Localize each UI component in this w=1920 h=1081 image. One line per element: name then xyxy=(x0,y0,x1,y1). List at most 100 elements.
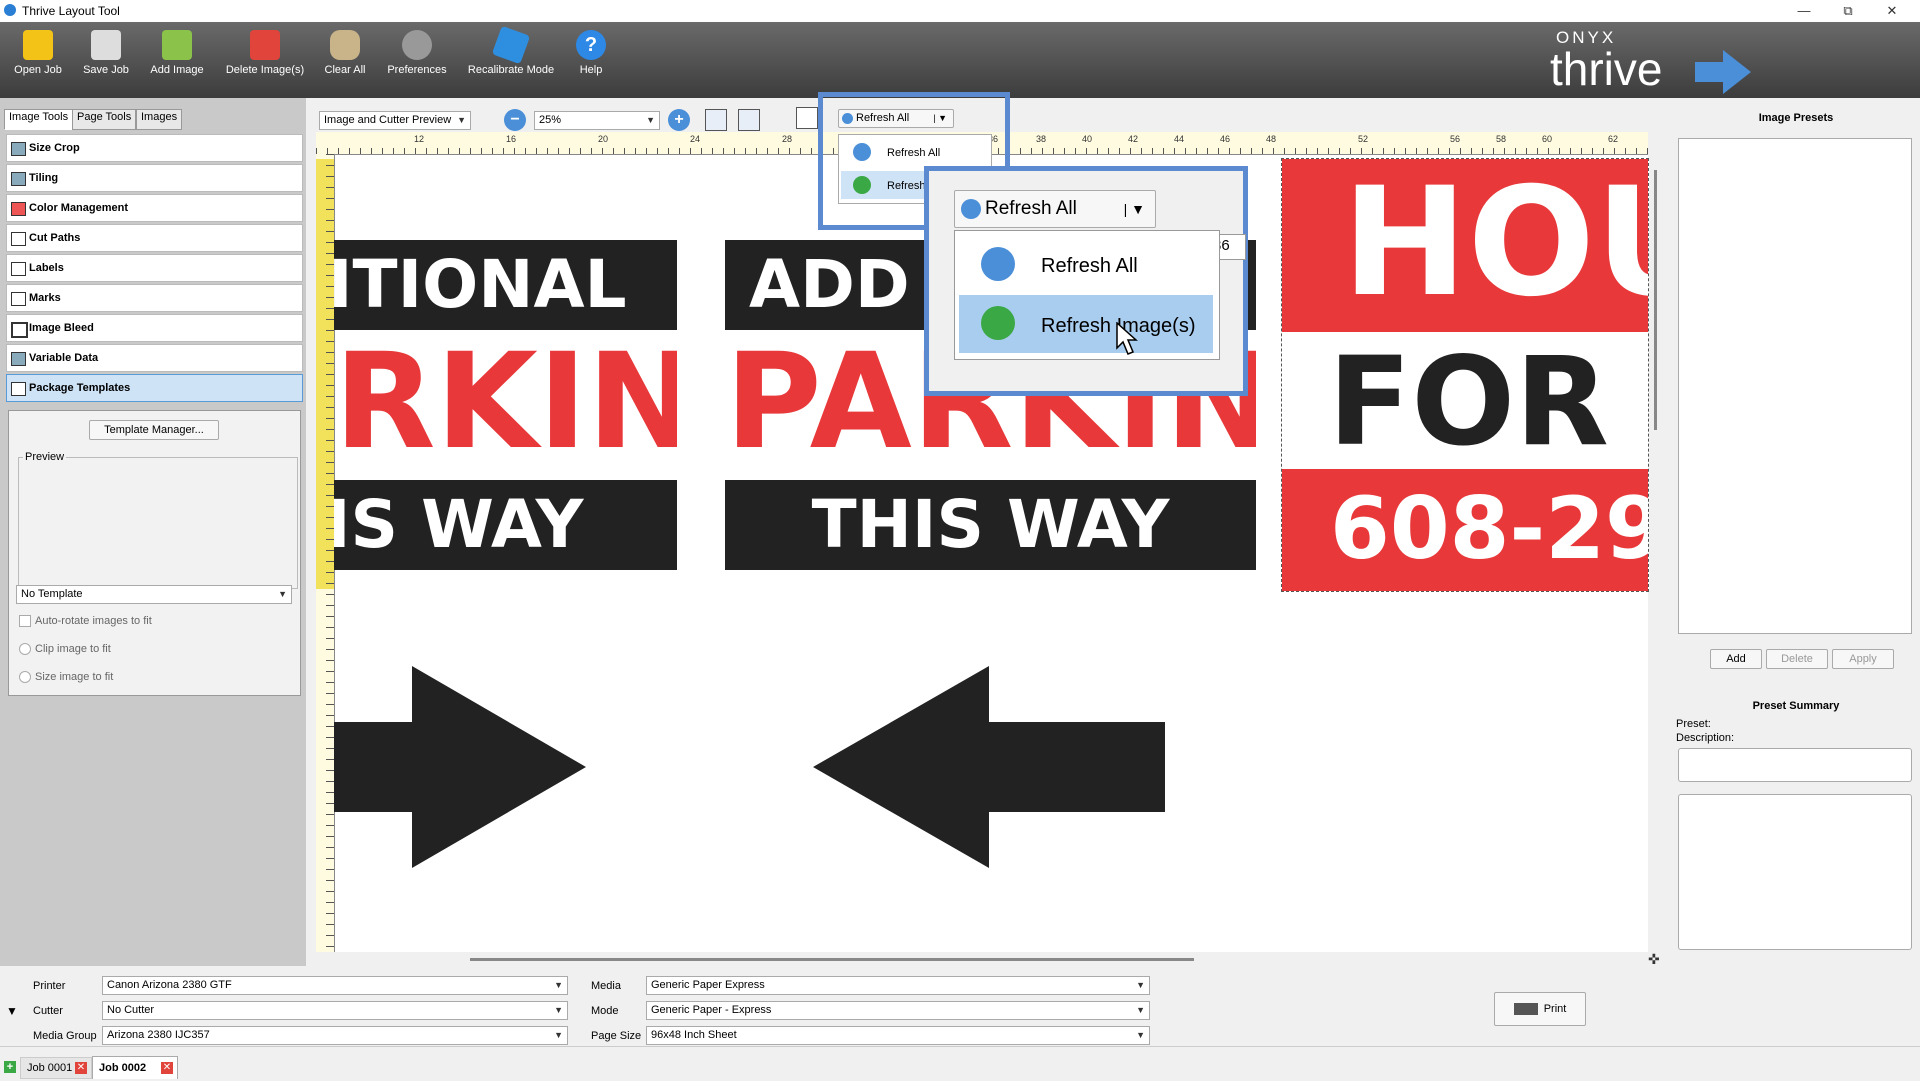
tab-images[interactable]: Images xyxy=(136,109,183,130)
sign2-bottom-band[interactable]: THIS WAY xyxy=(725,480,1256,570)
preview-mode-select[interactable]: Image and Cutter Preview ▼ xyxy=(319,111,471,130)
menu-item-refresh-image-large[interactable]: Refresh Image(s) xyxy=(959,295,1213,353)
menu-item-refresh-all-large[interactable]: Refresh All xyxy=(959,237,1213,289)
horizontal-scrollbar[interactable] xyxy=(470,958,1194,961)
ruler-tick: 58 xyxy=(1496,134,1507,144)
zoom-select[interactable]: 25% ▼ xyxy=(534,111,660,130)
media-group-label: Media Group xyxy=(33,1030,97,1042)
trash-icon xyxy=(330,30,360,60)
tab-job-0001[interactable]: Job 0001 ✕ xyxy=(20,1057,92,1079)
tool-label: Marks xyxy=(29,292,61,304)
auto-rotate-checkbox[interactable]: Auto-rotate images to fit xyxy=(19,615,152,628)
restore-button[interactable]: ⧉ xyxy=(1828,2,1868,20)
sign3-top-text: HOUS xyxy=(1342,158,1648,330)
image-presets-title: Image Presets xyxy=(1758,112,1834,124)
vertical-scrollbar[interactable] xyxy=(1654,170,1657,430)
refresh-all-split-button[interactable]: Refresh All | ▼ xyxy=(838,109,954,128)
tool-size-crop[interactable]: Size Crop xyxy=(6,134,303,162)
refresh-icon xyxy=(842,112,853,124)
tool-labels[interactable]: Labels xyxy=(6,254,303,282)
delete-preset-button[interactable]: Delete xyxy=(1766,649,1828,669)
help-button[interactable]: ? Help xyxy=(570,30,612,76)
app-icon xyxy=(4,4,16,16)
printer-select[interactable]: Canon Arizona 2380 GTF ▼ xyxy=(102,976,568,995)
menu-item-label: Refresh xyxy=(887,180,926,192)
menu-item-label: Refresh All xyxy=(1041,255,1138,277)
refresh-all-split-button-large[interactable]: Refresh All | ▼ xyxy=(954,190,1156,228)
tool-marks[interactable]: Marks xyxy=(6,284,303,312)
delete-image-icon xyxy=(250,30,280,60)
close-tab-icon[interactable]: ✕ xyxy=(161,1062,173,1074)
sign1-top-band[interactable]: ITIONAL xyxy=(334,240,677,330)
logo-thrive-text: thrive xyxy=(1550,43,1663,95)
resize-grip-icon[interactable]: ✜ xyxy=(1648,952,1662,966)
template-select[interactable]: No Template ▼ xyxy=(16,585,292,604)
open-job-button[interactable]: Open Job xyxy=(12,30,64,76)
new-job-icon[interactable]: + xyxy=(4,1061,16,1073)
description-field[interactable] xyxy=(1678,748,1912,782)
arrow-left-graphic[interactable] xyxy=(813,666,1165,868)
description-label: Description: xyxy=(1676,732,1735,744)
tab-image-tools[interactable]: Image Tools xyxy=(4,109,74,130)
radio-label: Clip image to fit xyxy=(35,643,111,655)
tab-job-0002[interactable]: Job 0002 ✕ xyxy=(92,1056,178,1079)
add-image-button[interactable]: Add Image xyxy=(148,30,206,76)
package-icon xyxy=(11,382,26,396)
gear-icon xyxy=(402,30,432,60)
mode-select[interactable]: Generic Paper - Express ▼ xyxy=(646,1001,1150,1020)
chevron-down-icon: ▼ xyxy=(278,589,287,599)
output-settings-bar: ▼ Printer Cutter Media Group Canon Arizo… xyxy=(0,966,1920,1046)
add-preset-button[interactable]: Add xyxy=(1710,649,1762,669)
ruler-tick: 42 xyxy=(1128,134,1139,144)
tool-color-management[interactable]: Color Management xyxy=(6,194,303,222)
save-job-button[interactable]: Save Job xyxy=(80,30,132,76)
fit-image-icon[interactable] xyxy=(738,109,760,131)
cutter-select[interactable]: No Cutter ▼ xyxy=(102,1001,568,1020)
zoom-out-icon[interactable]: − xyxy=(504,109,526,131)
print-button[interactable]: Print xyxy=(1494,992,1586,1026)
media-value: Generic Paper Express xyxy=(651,979,765,991)
add-image-icon xyxy=(162,30,192,60)
tool-tiling[interactable]: Tiling xyxy=(6,164,303,192)
media-group-select[interactable]: Arizona 2380 IJC357 ▼ xyxy=(102,1026,568,1045)
template-manager-button[interactable]: Template Manager... xyxy=(89,420,219,440)
size-image-radio[interactable]: Size image to fit xyxy=(19,671,113,684)
clip-image-radio[interactable]: Clip image to fit xyxy=(19,643,111,656)
close-button[interactable]: ✕ xyxy=(1872,2,1912,20)
ruler-tick: 48 xyxy=(1266,134,1277,144)
fit-page-icon[interactable] xyxy=(705,109,727,131)
tool-label: Size Crop xyxy=(29,142,80,154)
sign3-image[interactable]: HOUS FOR RI 608-293- xyxy=(1281,158,1649,592)
clear-all-label: Clear All xyxy=(324,64,366,76)
tool-package-templates[interactable]: Package Templates xyxy=(6,374,303,402)
image-presets-list[interactable] xyxy=(1678,138,1912,634)
recalibrate-mode-button[interactable]: Recalibrate Mode xyxy=(466,25,556,76)
page-size-select[interactable]: 96x48 Inch Sheet ▼ xyxy=(646,1026,1150,1045)
tool-cut-paths[interactable]: Cut Paths xyxy=(6,224,303,252)
sign1-bottom-band[interactable]: IS WAY xyxy=(334,480,677,570)
tool-image-bleed[interactable]: Image Bleed xyxy=(6,314,303,342)
preferences-button[interactable]: Preferences xyxy=(384,30,450,76)
ruler-tick: 56 xyxy=(1450,134,1461,144)
job-tab-label: Job 0001 xyxy=(27,1062,73,1074)
apply-preset-button[interactable]: Apply xyxy=(1832,649,1894,669)
sign1-mid-text[interactable]: RKING xyxy=(334,330,677,475)
layout-grid-icon[interactable] xyxy=(796,107,818,129)
cut-path-icon xyxy=(11,232,26,246)
media-select[interactable]: Generic Paper Express ▼ xyxy=(646,976,1150,995)
save-job-label: Save Job xyxy=(83,64,129,76)
filter-icon[interactable]: ▼ xyxy=(6,1004,18,1018)
zoom-in-icon[interactable]: + xyxy=(668,109,690,131)
ruler-tick: 20 xyxy=(598,134,609,144)
minimize-button[interactable]: — xyxy=(1784,2,1824,20)
clear-all-button[interactable]: Clear All xyxy=(322,30,368,76)
ruler-tick: 40 xyxy=(1082,134,1093,144)
tool-label: Color Management xyxy=(29,202,129,214)
close-tab-icon[interactable]: ✕ xyxy=(75,1062,87,1074)
menu-item-refresh-all[interactable]: Refresh All xyxy=(841,139,989,165)
delete-images-button[interactable]: Delete Image(s) xyxy=(224,30,306,76)
arrow-right-graphic[interactable] xyxy=(334,666,590,868)
tab-page-tools[interactable]: Page Tools xyxy=(72,109,137,130)
tool-variable-data[interactable]: Variable Data xyxy=(6,344,303,372)
chevron-down-icon: ▼ xyxy=(457,115,466,125)
